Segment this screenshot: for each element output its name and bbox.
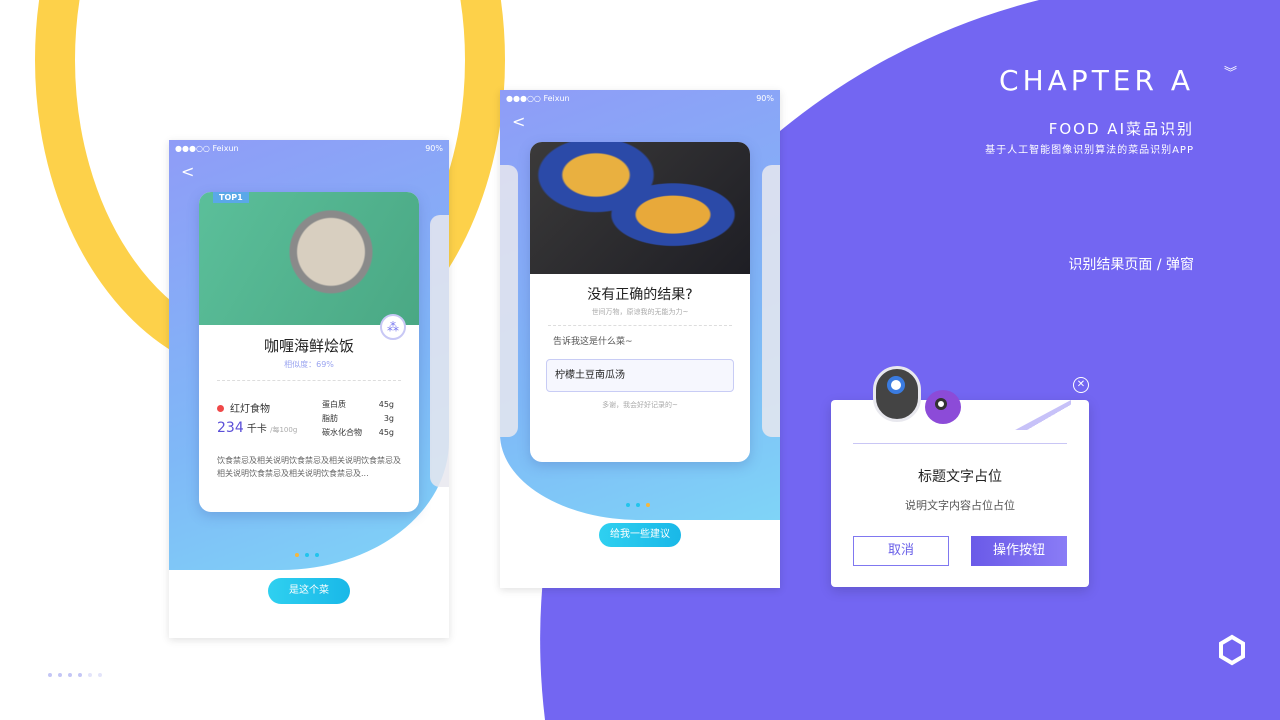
input-prompt: 告诉我这是什么菜~ (553, 337, 633, 347)
page-dots (45, 662, 105, 681)
dish-photo (530, 142, 750, 274)
phone-result-screen: ●●●○○ Feixun 90% < TOP1 ⁂ 咖喱海鲜烩饭 相似度：69% … (169, 140, 449, 638)
action-button[interactable]: 操作按钮 (971, 536, 1067, 566)
decorative-stripes (1015, 400, 1071, 430)
dialog-title: 标题文字占位 (918, 469, 1002, 485)
next-card-peek[interactable] (430, 215, 449, 487)
nutrient-row: 蛋白质 45g (322, 400, 394, 409)
confirm-dish-button[interactable]: 是这个菜 (268, 578, 350, 604)
hexagon-logo-icon (1219, 634, 1245, 666)
nutrient-row: 碳水化合物 45g (322, 428, 394, 437)
product-subtitle: FOOD AI菜品识别 (1048, 120, 1194, 138)
robot-mascot-illustration (853, 356, 971, 434)
status-bar: ●●●○○ Feixun 90% (175, 144, 443, 153)
similarity: 相似度：69% (284, 360, 334, 369)
food-light-label: 红灯食物 (217, 400, 270, 415)
chapter-title: CHAPTER A (999, 64, 1194, 97)
no-result-subtitle: 世间万物，原谅我的无能为力~ (591, 308, 689, 316)
red-light-icon (217, 405, 224, 412)
carousel-dots (623, 492, 653, 511)
dialog-popup: ✕ 标题文字占位 说明文字内容占位占位 取消 操作按钮 (831, 366, 1089, 587)
double-chevron-down-icon[interactable]: ︾ (1224, 67, 1237, 80)
calories: 234 千卡 /每100g (217, 420, 298, 436)
diet-description: 饮食禁忌及相关说明饮食禁忌及相关说明饮食禁忌及相关说明饮食禁忌及相关说明饮食禁忌… (217, 456, 401, 478)
status-bar: ●●●○○ Feixun 90% (506, 94, 774, 103)
share-icon[interactable]: ⁂ (380, 314, 406, 340)
dish-photo (199, 192, 419, 325)
prev-card-peek[interactable] (500, 165, 518, 437)
dialog-message: 说明文字内容占位占位 (905, 499, 1015, 512)
next-card-peek[interactable] (762, 165, 780, 437)
feedback-card: 没有正确的结果? 世间万物，原谅我的无能为力~ 告诉我这是什么菜~ 柠檬土豆南瓜… (530, 142, 750, 462)
dish-name-input[interactable]: 柠檬土豆南瓜汤 (546, 359, 734, 392)
phone-feedback-screen: ●●●○○ Feixun 90% < 没有正确的结果? 世间万物，原谅我的无能为力… (500, 90, 780, 588)
top-badge: TOP1 (213, 192, 249, 203)
close-icon[interactable]: ✕ (1073, 377, 1089, 393)
cancel-button[interactable]: 取消 (853, 536, 949, 566)
product-description: 基于人工智能图像识别算法的菜品识别APP (985, 145, 1194, 156)
carousel-dots (292, 542, 322, 561)
nutrient-row: 脂肪 3g (322, 414, 394, 423)
back-button[interactable]: < (181, 162, 194, 181)
nutrient-table: 蛋白质 45g 脂肪 3g 碳水化合物 45g (322, 398, 394, 440)
no-result-title: 没有正确的结果? (587, 287, 693, 303)
back-button[interactable]: < (512, 112, 525, 131)
dish-card[interactable]: TOP1 ⁂ 咖喱海鲜烩饭 相似度：69% 红灯食物 234 千卡 /每100g… (199, 192, 419, 512)
suggest-button[interactable]: 给我一些建议 (599, 523, 681, 547)
thanks-note: 多谢，我会好好记录的~ (602, 401, 678, 409)
section-label: 识别结果页面 / 弹窗 (1068, 257, 1194, 273)
